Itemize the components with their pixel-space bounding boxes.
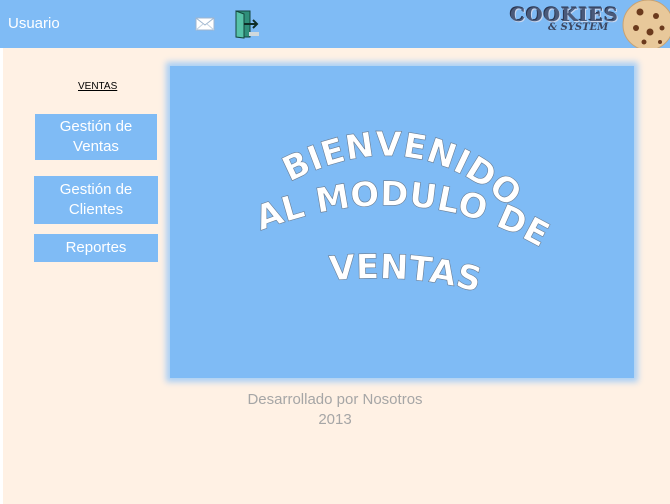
gestion-clientes-button[interactable]: Gestión de Clientes	[34, 176, 158, 224]
mail-icon[interactable]	[195, 16, 215, 37]
gestion-ventas-button[interactable]: Gestión de Ventas	[35, 114, 157, 160]
reportes-button[interactable]: Reportes	[34, 234, 158, 262]
footer-year: 2013	[318, 411, 352, 428]
welcome-banner: BIENVENIDO AL MODULO DE VENTAS	[170, 66, 634, 378]
section-title: VENTAS	[78, 81, 118, 92]
logo-subtext: & SYSTEM	[548, 22, 609, 33]
button-label-line1: Gestión de	[59, 181, 133, 198]
top-bar: Usuario COOKIES & SYSTEM	[0, 0, 670, 51]
svg-text:VENTAS: VENTAS	[328, 247, 486, 301]
exit-door-icon[interactable]	[232, 9, 260, 44]
cookies-system-logo: COOKIES & SYSTEM	[508, 0, 670, 51]
button-label-line2: Ventas	[73, 138, 119, 155]
user-label[interactable]: Usuario	[8, 15, 60, 32]
button-label: Reportes	[65, 239, 127, 256]
footer-credits: Desarrollado por Nosotros	[247, 391, 423, 408]
button-label-line2: Clientes	[68, 201, 124, 218]
banner-line3: VENTAS	[327, 247, 486, 301]
button-label-line1: Gestión de	[59, 118, 133, 135]
